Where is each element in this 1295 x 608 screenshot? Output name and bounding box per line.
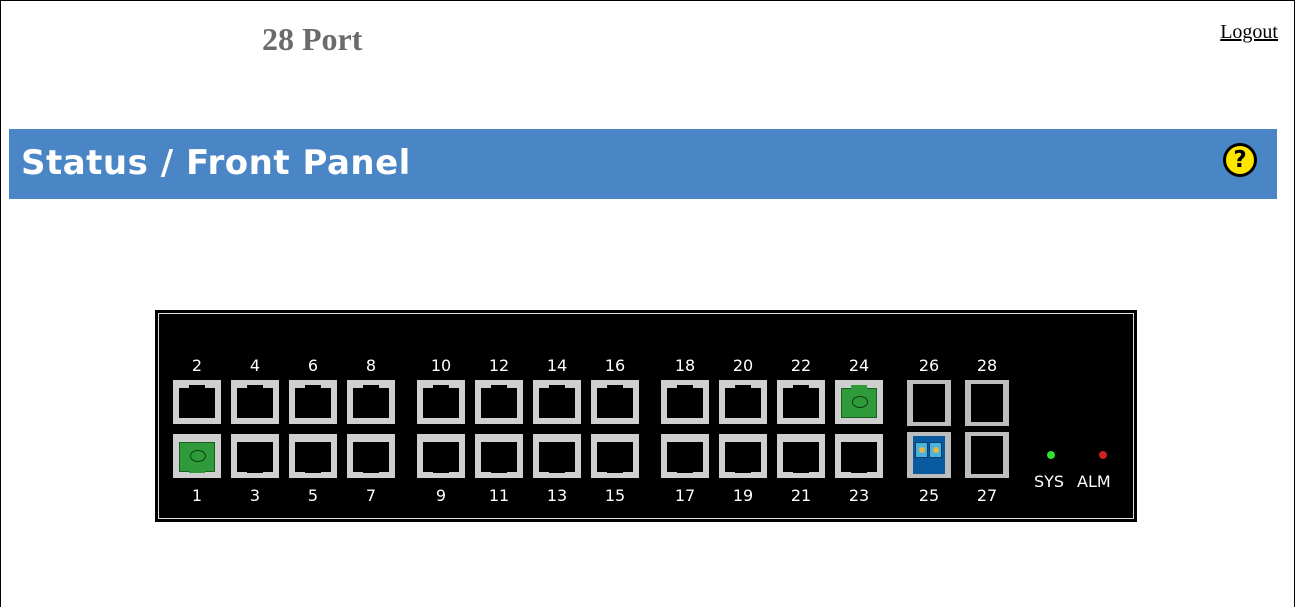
port-number-label: 1 [191, 486, 203, 505]
alm-label: ALM [1077, 472, 1111, 491]
port-number-label: 17 [674, 486, 696, 505]
help-icon[interactable]: ? [1223, 143, 1257, 177]
port-number-label: 2 [191, 356, 203, 375]
port-14[interactable] [533, 380, 581, 424]
port-number-label: 25 [918, 486, 940, 505]
port-number-label: 28 [976, 356, 998, 375]
port-number-label: 22 [790, 356, 812, 375]
port-number-label: 23 [848, 486, 870, 505]
port-number-label: 19 [732, 486, 754, 505]
port-5[interactable] [289, 434, 337, 478]
sfp-port-27[interactable] [965, 432, 1009, 478]
port-number-label: 8 [365, 356, 377, 375]
port-17[interactable] [661, 434, 709, 478]
port-number-label: 3 [249, 486, 261, 505]
model-title: 28 Port [262, 21, 363, 57]
port-number-label: 11 [488, 486, 510, 505]
port-4[interactable] [231, 380, 279, 424]
sfp-port-28[interactable] [965, 380, 1009, 426]
port-11[interactable] [475, 434, 523, 478]
port-10[interactable] [417, 380, 465, 424]
page-frame: 28 Port Logout Status / Front Panel ? 21… [0, 0, 1295, 607]
sfp-port-26[interactable] [907, 380, 951, 426]
front-panel: 2 1 4 3 6 5 8 7 10 9 12 11 14 13 16 15 18 17 20 19 22 21 24 23 2… [155, 310, 1137, 522]
port-8[interactable] [347, 380, 395, 424]
port-7[interactable] [347, 434, 395, 478]
port-6[interactable] [289, 380, 337, 424]
port-19[interactable] [719, 434, 767, 478]
port-number-label: 27 [976, 486, 998, 505]
page-title: Status / Front Panel [21, 143, 411, 183]
port-9[interactable] [417, 434, 465, 478]
port-number-label: 13 [546, 486, 568, 505]
port-24[interactable] [835, 380, 883, 424]
port-number-label: 20 [732, 356, 754, 375]
port-12[interactable] [475, 380, 523, 424]
logout-link[interactable]: Logout [1220, 21, 1278, 44]
port-number-label: 9 [435, 486, 447, 505]
port-15[interactable] [591, 434, 639, 478]
port-number-label: 4 [249, 356, 261, 375]
port-number-label: 24 [848, 356, 870, 375]
port-3[interactable] [231, 434, 279, 478]
port-2[interactable] [173, 380, 221, 424]
alm-led [1099, 451, 1107, 459]
port-13[interactable] [533, 434, 581, 478]
port-21[interactable] [777, 434, 825, 478]
port-number-label: 18 [674, 356, 696, 375]
port-23[interactable] [835, 434, 883, 478]
port-20[interactable] [719, 380, 767, 424]
port-number-label: 6 [307, 356, 319, 375]
port-number-label: 10 [430, 356, 452, 375]
port-16[interactable] [591, 380, 639, 424]
port-number-label: 21 [790, 486, 812, 505]
port-1[interactable] [173, 434, 221, 478]
port-number-label: 26 [918, 356, 940, 375]
port-18[interactable] [661, 380, 709, 424]
port-number-label: 14 [546, 356, 568, 375]
port-number-label: 16 [604, 356, 626, 375]
sys-label: SYS [1034, 472, 1065, 491]
port-number-label: 7 [365, 486, 377, 505]
sfp-port-25[interactable] [907, 432, 951, 478]
sys-led [1047, 451, 1055, 459]
port-22[interactable] [777, 380, 825, 424]
port-number-label: 15 [604, 486, 626, 505]
port-number-label: 12 [488, 356, 510, 375]
page-banner: Status / Front Panel ? [9, 129, 1277, 199]
port-number-label: 5 [307, 486, 319, 505]
